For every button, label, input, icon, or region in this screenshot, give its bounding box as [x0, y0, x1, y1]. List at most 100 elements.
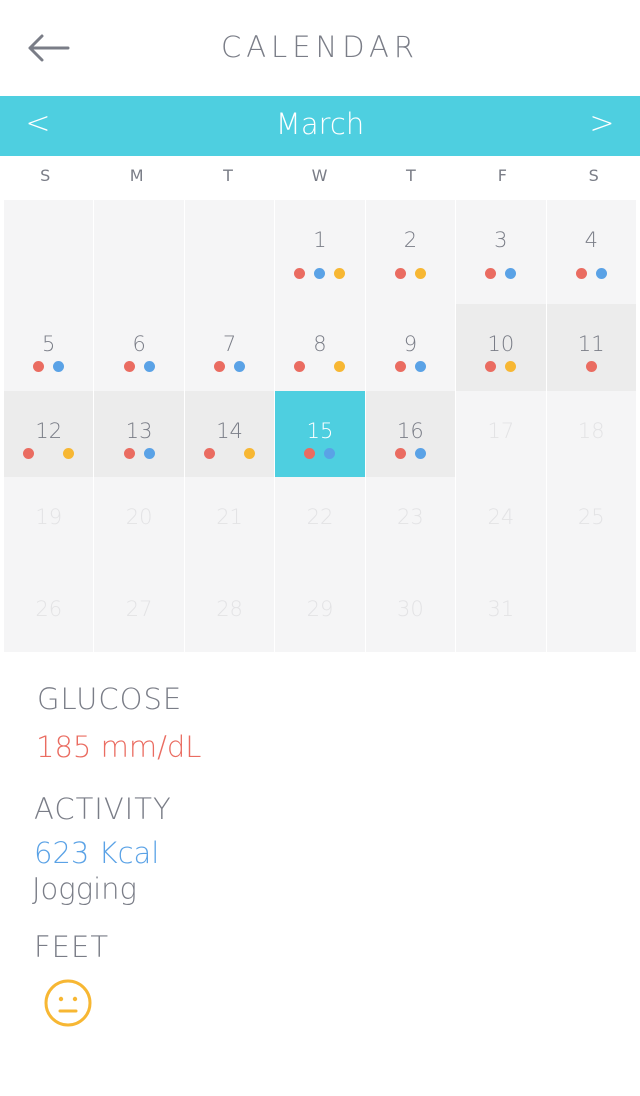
- calendar-day[interactable]: 7: [184, 304, 276, 391]
- calendar-day[interactable]: 1: [275, 200, 366, 304]
- yellow-dot-icon: [414, 268, 426, 279]
- event-dots: [4, 361, 93, 372]
- calendar-day[interactable]: 30: [365, 569, 457, 652]
- red-dot-icon: [294, 361, 306, 372]
- calendar-day[interactable]: 9: [365, 304, 457, 391]
- day-number: 8: [313, 332, 327, 356]
- day-number: 22: [306, 505, 334, 529]
- event-dots: [366, 448, 455, 459]
- calendar-empty-cell: [184, 200, 276, 304]
- weekday-label: F: [497, 166, 508, 185]
- blue-dot-icon: [414, 361, 426, 372]
- calendar-day[interactable]: 11: [546, 304, 637, 391]
- day-number: 23: [397, 505, 424, 529]
- calendar-day[interactable]: 6: [94, 304, 185, 391]
- weekday-label: M: [129, 166, 145, 185]
- calendar-day[interactable]: 31: [456, 569, 547, 652]
- calendar-day[interactable]: 12: [4, 391, 95, 477]
- calendar-day[interactable]: 8: [275, 304, 366, 391]
- dot-spacer: [224, 448, 235, 459]
- activity-value: 623 Kcal: [34, 836, 160, 870]
- yellow-dot-icon: [334, 268, 346, 279]
- day-number: 18: [577, 419, 605, 443]
- calendar-day[interactable]: 3: [456, 200, 547, 304]
- calendar-day[interactable]: 27: [94, 569, 185, 652]
- calendar-day[interactable]: 22: [275, 477, 366, 569]
- event-dots: [275, 268, 364, 279]
- calendar-day[interactable]: 4: [546, 200, 637, 304]
- calendar-day[interactable]: 17: [456, 391, 547, 477]
- day-number: 24: [487, 505, 515, 529]
- calendar-day[interactable]: 10: [456, 304, 547, 391]
- calendar-day[interactable]: 20: [94, 477, 185, 569]
- calendar-day[interactable]: 16: [365, 391, 457, 477]
- calendar-empty-cell: [94, 200, 185, 304]
- calendar-day[interactable]: 2: [365, 200, 457, 304]
- day-number: 29: [306, 597, 334, 621]
- day-number: 17: [487, 419, 515, 443]
- day-number: 14: [216, 419, 243, 443]
- event-dots: [456, 361, 545, 372]
- blue-dot-icon: [143, 448, 155, 459]
- day-number: 20: [125, 505, 153, 529]
- calendar-day[interactable]: 21: [184, 477, 276, 569]
- blue-dot-icon: [53, 361, 65, 372]
- day-number: 27: [125, 597, 153, 621]
- event-dots: [547, 361, 636, 372]
- event-dots: [94, 361, 183, 372]
- day-number: 2: [403, 228, 418, 252]
- month-bar: < March >: [0, 96, 640, 156]
- calendar-day[interactable]: 18: [546, 391, 637, 477]
- calendar-day[interactable]: 24: [456, 477, 547, 569]
- event-dots: [275, 448, 364, 459]
- red-dot-icon: [123, 448, 135, 459]
- neutral-face-icon[interactable]: [43, 978, 93, 1028]
- event-dots: [366, 361, 455, 372]
- calendar-day[interactable]: 5: [4, 304, 95, 391]
- day-number: 12: [35, 419, 63, 443]
- event-dots: [4, 448, 93, 459]
- yellow-dot-icon: [244, 448, 256, 459]
- day-number: 1: [313, 228, 327, 252]
- blue-dot-icon: [234, 361, 246, 372]
- calendar-day[interactable]: 28: [184, 569, 276, 652]
- calendar-day[interactable]: 14: [184, 391, 276, 477]
- day-number: 25: [577, 505, 605, 529]
- day-number: 7: [222, 332, 237, 356]
- activity-type: Jogging: [32, 872, 137, 906]
- calendar-empty-cell: [546, 569, 637, 652]
- calendar-day-selected[interactable]: 15: [275, 391, 366, 477]
- event-dots: [547, 268, 636, 279]
- red-dot-icon: [304, 448, 316, 459]
- calendar-day[interactable]: 13: [94, 391, 185, 477]
- blue-dot-icon: [595, 268, 607, 279]
- calendar-day[interactable]: 25: [546, 477, 637, 569]
- day-number: 19: [35, 505, 63, 529]
- next-month-button[interactable]: >: [582, 105, 622, 145]
- event-dots: [94, 448, 183, 459]
- weekday-label: T: [223, 166, 234, 185]
- dot-spacer: [43, 448, 54, 459]
- event-dots: [185, 361, 274, 372]
- red-dot-icon: [575, 268, 587, 279]
- calendar-day[interactable]: 26: [4, 569, 95, 652]
- calendar-day[interactable]: 19: [4, 477, 95, 569]
- red-dot-icon: [123, 361, 135, 372]
- header: CALENDAR: [0, 0, 640, 96]
- day-number: 9: [403, 332, 418, 356]
- calendar-day[interactable]: 29: [275, 569, 366, 652]
- activity-label: ACTIVITY: [34, 792, 172, 826]
- feet-label: FEET: [34, 930, 110, 964]
- red-dot-icon: [294, 268, 306, 279]
- event-dots: [366, 268, 455, 279]
- event-dots: [185, 448, 274, 459]
- day-number: 11: [577, 332, 605, 356]
- blue-dot-icon: [324, 448, 336, 459]
- red-dot-icon: [485, 268, 497, 279]
- red-dot-icon: [585, 361, 597, 372]
- calendar-grid: 1 2 3 4 5 6 7 8 9 10 11 12 13 14 15 16 17 18 19 20 21 22 23 24 2…: [4, 200, 637, 652]
- month-name: March: [275, 107, 365, 141]
- event-dots: [275, 361, 364, 372]
- calendar-empty-cell: [4, 200, 95, 304]
- calendar-day[interactable]: 23: [365, 477, 457, 569]
